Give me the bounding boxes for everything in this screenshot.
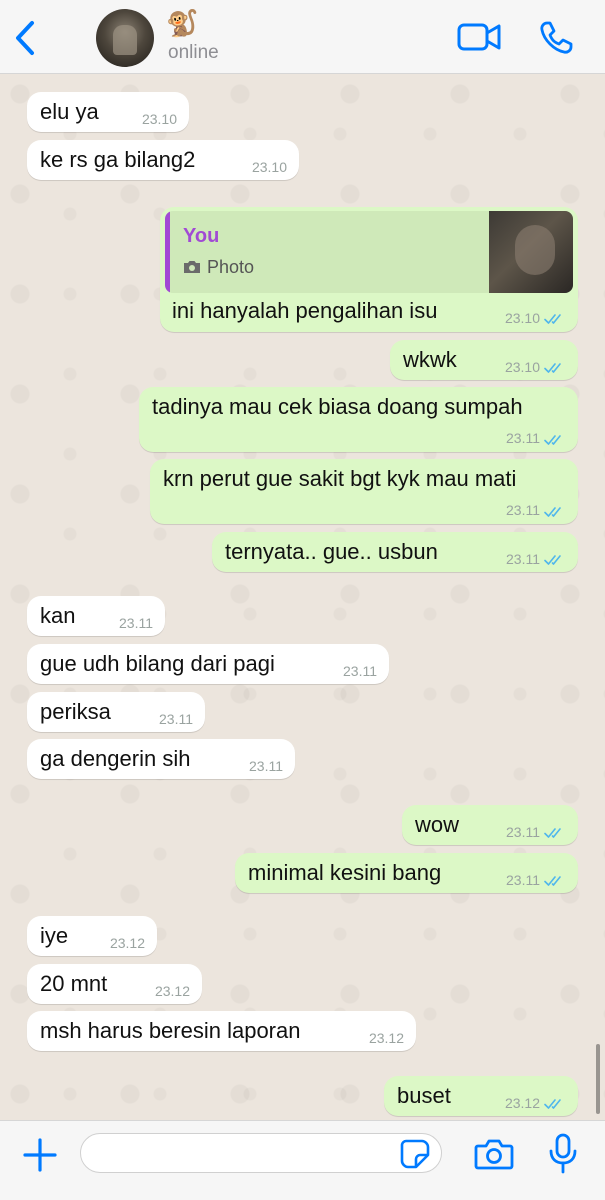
message-text: wkwk (403, 347, 457, 372)
message-text: krn perut gue sakit bgt kyk mau mati (163, 466, 517, 491)
message-time: 23.10 (141, 111, 177, 127)
message-time: 23.11 (506, 430, 540, 446)
message-bubble[interactable]: wow 23.11 (402, 805, 578, 845)
quoted-type: Photo (207, 257, 255, 277)
message-time: 23.12 (109, 935, 145, 951)
scrollbar[interactable] (596, 1044, 600, 1114)
message-text: minimal kesini bang (248, 860, 442, 885)
sticker-icon (400, 1139, 430, 1169)
message-bubble[interactable]: 20 mnt 23.12 (27, 964, 202, 1004)
attach-button[interactable] (22, 1137, 58, 1173)
message-text: ternyata.. gue.. usbun (225, 539, 438, 564)
message-text: iye (40, 923, 69, 948)
plus-icon (23, 1138, 57, 1172)
message-text: msh harus beresin laporan (40, 1018, 301, 1043)
message-text: periksa (40, 699, 111, 724)
double-check-icon (544, 313, 566, 325)
quote-bar (165, 211, 170, 293)
voice-call-button[interactable] (538, 20, 574, 56)
message-time: 23.10 (251, 159, 287, 175)
message-bubble[interactable]: krn perut gue sakit bgt kyk mau mati 23.… (150, 459, 578, 524)
message-time: 23.11 (506, 872, 540, 888)
quoted-photo-thumbnail (489, 211, 573, 293)
message-text: tadinya mau cek biasa doang sumpah (152, 394, 523, 419)
message-bubble[interactable]: tadinya mau cek biasa doang sumpah 23.11 (139, 387, 578, 452)
message-text: 20 mnt (40, 971, 108, 996)
sticker-button[interactable] (400, 1139, 430, 1169)
message-time: 23.12 (504, 1095, 540, 1111)
double-check-icon (544, 554, 566, 566)
message-text: ini hanyalah pengalihan isu (172, 298, 438, 323)
message-bubble[interactable]: ga dengerin sih 23.11 (27, 739, 295, 779)
message-text: ga dengerin sih (40, 746, 191, 771)
chat-header: 🐒 online (0, 0, 605, 74)
message-bubble[interactable]: periksa 23.11 (27, 692, 205, 732)
message-time: 23.11 (119, 615, 153, 631)
phone-icon (540, 21, 573, 54)
message-bubble[interactable]: gue udh bilang dari pagi 23.11 (27, 644, 389, 684)
message-time: 23.11 (506, 824, 540, 840)
camera-icon (474, 1139, 514, 1170)
chevron-left-icon (16, 21, 34, 55)
double-check-icon (544, 827, 566, 839)
contact-name[interactable]: 🐒 (166, 8, 198, 38)
message-bubble[interactable]: msh harus beresin laporan 23.12 (27, 1011, 416, 1051)
message-text: gue udh bilang dari pagi (40, 651, 275, 676)
message-time: 23.12 (368, 1030, 404, 1046)
avatar[interactable] (96, 9, 154, 67)
message-time: 23.11 (249, 758, 283, 774)
double-check-icon (544, 362, 566, 374)
message-input[interactable] (80, 1133, 442, 1173)
back-button[interactable] (10, 18, 44, 58)
video-call-button[interactable] (456, 20, 502, 54)
reply-message-bubble[interactable]: You Photo ini hanyalah pengalihan isu 23… (160, 207, 578, 332)
double-check-icon (544, 434, 566, 446)
message-time: 23.10 (504, 310, 540, 326)
contact-status: online (168, 42, 219, 63)
message-bubble[interactable]: iye 23.12 (27, 916, 157, 956)
message-bubble[interactable]: ke rs ga bilang2 23.10 (27, 140, 299, 180)
message-time: 23.11 (506, 502, 540, 518)
message-text: elu ya (40, 99, 99, 124)
quoted-message[interactable]: You Photo (165, 211, 573, 293)
double-check-icon (544, 506, 566, 518)
microphone-icon (549, 1133, 577, 1174)
double-check-icon (544, 1098, 566, 1110)
message-bubble[interactable]: elu ya 23.10 (27, 92, 189, 132)
composer-bar (0, 1120, 605, 1200)
message-bubble[interactable]: kan 23.11 (27, 596, 165, 636)
message-bubble[interactable]: wkwk 23.10 (390, 340, 578, 380)
chat-area[interactable]: elu ya 23.10 ke rs ga bilang2 23.10 You … (0, 74, 605, 1120)
message-time: 23.11 (343, 663, 377, 679)
message-text: wow (415, 812, 460, 837)
video-camera-icon (457, 23, 501, 51)
quoted-author: You (183, 225, 220, 247)
message-time: 23.10 (504, 359, 540, 375)
double-check-icon (544, 875, 566, 887)
message-text: ke rs ga bilang2 (40, 147, 196, 172)
message-time: 23.11 (159, 711, 193, 727)
microphone-button[interactable] (548, 1133, 578, 1175)
message-bubble[interactable]: ternyata.. gue.. usbun 23.11 (212, 532, 578, 572)
message-time: 23.11 (506, 551, 540, 567)
message-text: kan (40, 603, 76, 628)
message-time: 23.12 (154, 983, 190, 999)
message-text: buset (397, 1083, 451, 1108)
camera-icon (184, 261, 200, 273)
camera-button[interactable] (474, 1137, 514, 1171)
message-bubble[interactable]: buset 23.12 (384, 1076, 578, 1116)
message-bubble[interactable]: minimal kesini bang 23.11 (235, 853, 578, 893)
